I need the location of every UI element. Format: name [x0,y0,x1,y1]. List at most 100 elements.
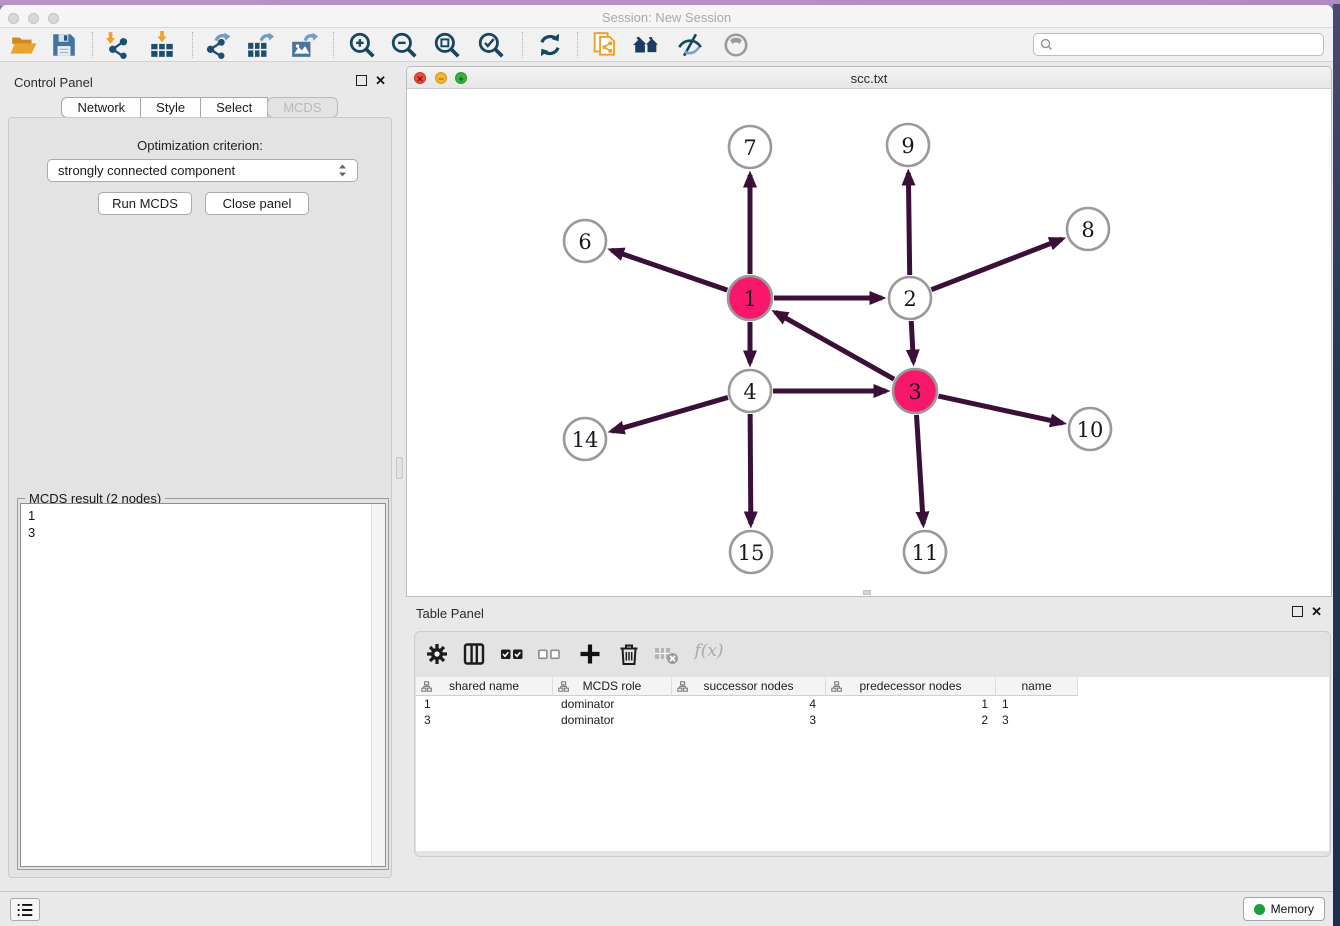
toolbar-divider [333,32,334,58]
table-cell[interactable]: 3 [996,712,1078,728]
export-table-icon[interactable] [246,31,274,59]
table-cell[interactable]: 2 [826,712,996,728]
select-all-icon[interactable] [499,641,525,667]
search-icon [1040,38,1053,51]
deselect-all-icon[interactable] [536,641,562,667]
memory-label: Memory [1271,902,1314,916]
memory-status-icon [1254,904,1265,915]
table-cell[interactable]: 3 [672,712,826,728]
open-icon[interactable] [10,31,38,59]
table-cell[interactable]: dominator [553,696,672,712]
zoom-selected-icon[interactable] [477,31,505,59]
table-panel-title: Table Panel [416,606,484,621]
edge-2-9[interactable] [908,173,909,275]
tab-mcds[interactable]: MCDS [267,97,337,118]
toolbar-divider [92,32,93,58]
node-label-7: 7 [743,136,756,160]
home-icon[interactable] [632,31,660,59]
list-icon [16,902,34,918]
toolbar-divider [522,32,523,58]
table-panel-body: f(x) shared nameMCDS rolesuccessor nodes… [414,631,1331,857]
refresh-icon[interactable] [536,31,564,59]
mcds-result-line: 1 [28,507,385,524]
edge-3-11[interactable] [916,415,923,524]
edge-4-15[interactable] [750,414,751,524]
network-from-document-icon[interactable] [592,31,620,59]
column-header-shared-name[interactable]: shared name [416,677,553,696]
search-box[interactable] [1033,33,1324,56]
delete-column-icon[interactable] [616,641,642,667]
edge-2-8[interactable] [931,239,1061,290]
float-table-panel-icon[interactable] [1292,606,1303,617]
column-selector-icon[interactable] [461,641,487,667]
table-cell[interactable]: 1 [826,696,996,712]
table-cell[interactable]: 1 [996,696,1078,712]
task-history-button[interactable] [10,898,40,921]
tab-select[interactable]: Select [200,97,268,118]
save-icon[interactable] [50,31,78,59]
export-image-icon[interactable] [290,31,318,59]
app-window: Session: New Session [0,5,1333,926]
edge-1-6[interactable] [611,250,727,290]
export-network-icon[interactable] [203,31,231,59]
zoom-fit-icon[interactable] [433,31,461,59]
run-mcds-button[interactable]: Run MCDS [98,192,192,215]
mcds-result-line: 3 [28,524,385,541]
node-table[interactable]: shared nameMCDS rolesuccessor nodesprede… [416,677,1329,851]
node-label-4: 4 [743,380,756,404]
node-label-2: 2 [903,287,916,311]
node-label-6: 6 [578,230,591,254]
edge-3-10[interactable] [938,396,1062,423]
memory-button[interactable]: Memory [1243,897,1325,921]
column-header-name[interactable]: name [996,677,1078,696]
close-panel-icon[interactable]: ✕ [375,75,386,86]
search-input[interactable] [1057,38,1323,52]
toolbar-divider [577,32,578,58]
table-row[interactable]: 3dominator323 [416,712,1329,728]
control-panel-body: Optimization criterion: strongly connect… [8,117,392,878]
mcds-result-text[interactable]: 13 [20,503,386,867]
table-row[interactable]: 1dominator411 [416,696,1329,712]
network-canvas[interactable]: 7968124314101511 [407,89,1331,596]
node-label-15: 15 [738,541,765,565]
table-cell[interactable]: 3 [416,712,553,728]
tab-network[interactable]: Network [61,97,141,118]
table-cell[interactable]: 4 [672,696,826,712]
control-panel-title: Control Panel [14,75,93,90]
close-table-panel-icon[interactable]: ✕ [1311,606,1322,617]
node-label-1: 1 [743,287,756,311]
zoom-in-icon[interactable] [348,31,376,59]
node-label-11: 11 [912,541,939,565]
table-cell[interactable]: dominator [553,712,672,728]
settings-icon[interactable] [424,641,450,667]
node-label-10: 10 [1077,418,1104,442]
table-cell[interactable]: 1 [416,696,553,712]
import-table-icon[interactable] [148,31,176,59]
network-graph[interactable]: 7968124314101511 [407,89,1331,596]
optimization-criterion-select[interactable]: strongly connected component [47,159,358,182]
import-network-icon[interactable] [103,31,131,59]
column-header-MCDS-role[interactable]: MCDS role [553,677,672,696]
node-label-8: 8 [1081,218,1094,242]
network-view-window: ✕ − + scc.txt 7968124314101511 [406,66,1332,597]
optimization-criterion-label: Optimization criterion: [9,138,391,153]
column-header-successor-nodes[interactable]: successor nodes [672,677,826,696]
panel-splitter-grip[interactable] [396,457,403,479]
result-scrollbar[interactable] [371,504,385,866]
tab-style[interactable]: Style [140,97,201,118]
edge-2-3[interactable] [911,321,913,362]
float-panel-icon[interactable] [356,75,367,86]
main-toolbar [0,28,1333,62]
mcds-result-group: MCDS result (2 nodes) 13 [17,498,389,870]
add-column-icon[interactable] [577,641,603,667]
edge-3-1[interactable] [775,312,894,379]
close-panel-button[interactable]: Close panel [205,192,309,215]
canvas-grip[interactable] [863,590,871,595]
control-panel-tabs: NetworkStyleSelectMCDS [6,97,394,118]
edge-4-14[interactable] [612,397,728,431]
control-panel: Control Panel ✕ NetworkStyleSelectMCDS O… [6,66,394,884]
zoom-out-icon[interactable] [390,31,418,59]
hide-graphics-details-icon[interactable] [676,31,704,59]
birdseye-view-icon[interactable] [722,31,750,59]
column-header-predecessor-nodes[interactable]: predecessor nodes [826,677,996,696]
